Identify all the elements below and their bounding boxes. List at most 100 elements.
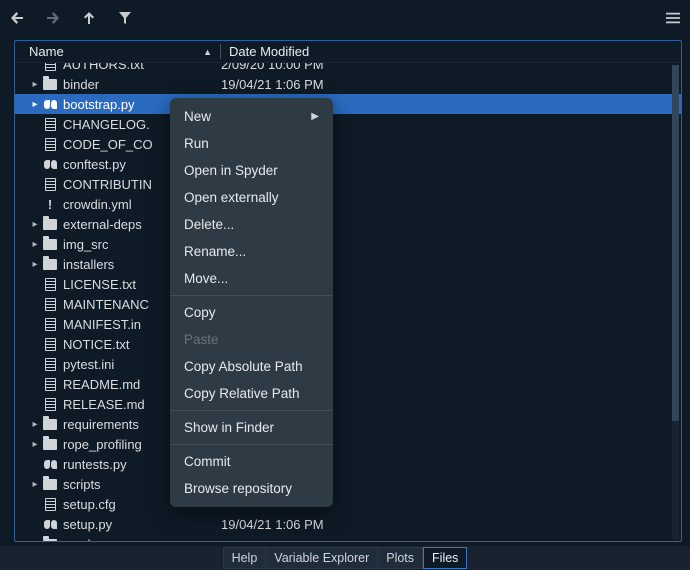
txt-icon [41, 338, 59, 351]
menu-icon[interactable] [666, 11, 680, 25]
expand-arrow-icon[interactable]: ▸ [29, 219, 41, 230]
file-row[interactable]: ▸external-depsM [15, 214, 681, 234]
file-row[interactable]: ▸!crowdin.yml [15, 194, 681, 214]
menu-item-move[interactable]: Move... [170, 265, 333, 292]
expand-arrow-icon[interactable]: ▸ [29, 239, 41, 250]
file-row[interactable]: ▸pytest.ini [15, 354, 681, 374]
file-row[interactable]: ▸bootstrap.py19/04/21 1:06 PM [15, 94, 681, 114]
expand-arrow-icon[interactable]: ▸ [29, 439, 41, 450]
menu-item-label: Browse repository [184, 481, 292, 496]
file-row[interactable]: ▸setup.py19/04/21 1:06 PM [15, 514, 681, 534]
menu-item-new[interactable]: New▶ [170, 103, 333, 130]
expand-placeholder: ▸ [29, 299, 41, 310]
file-row[interactable]: ▸AUTHORS.txt2/09/20 10:00 PM [15, 63, 681, 74]
file-row[interactable]: ▸requirements [15, 414, 681, 434]
menu-item-label: Run [184, 136, 209, 151]
menu-item-open-externally[interactable]: Open externally [170, 184, 333, 211]
column-header-name[interactable]: Name ▲ [15, 41, 220, 62]
file-date: 19/04/21 1:06 PM [213, 77, 324, 92]
expand-placeholder: ▸ [29, 179, 41, 190]
up-icon[interactable] [82, 11, 96, 25]
file-row[interactable]: ▸NOTICE.txt [15, 334, 681, 354]
menu-item-browse-repository[interactable]: Browse repository [170, 475, 333, 502]
scroll-thumb[interactable] [672, 65, 679, 421]
context-menu: New▶ Run Open in SpyderOpen externallyDele… [170, 98, 333, 507]
expand-placeholder: ▸ [29, 359, 41, 370]
file-row[interactable]: ▸conftest.pyM [15, 154, 681, 174]
menu-item-rename[interactable]: Rename... [170, 238, 333, 265]
menu-item-delete[interactable]: Delete... [170, 211, 333, 238]
md-icon [41, 118, 59, 131]
menu-item-copy-relative-path[interactable]: Copy Relative Path [170, 380, 333, 407]
md-icon [41, 398, 59, 411]
menu-item-copy-absolute-path[interactable]: Copy Absolute Path [170, 353, 333, 380]
column-header-date[interactable]: Date Modified [221, 41, 681, 62]
expand-arrow-icon[interactable]: ▸ [29, 259, 41, 270]
menu-item-label: Show in Finder [184, 420, 274, 435]
bottom-tabs: HelpVariable ExplorerPlotsFiles [0, 546, 690, 570]
md-icon [41, 378, 59, 391]
scrollbar[interactable] [672, 65, 679, 539]
folder-icon [41, 539, 59, 542]
md-icon [41, 138, 59, 151]
expand-placeholder: ▸ [29, 499, 41, 510]
file-row[interactable]: ▸spyder [15, 534, 681, 541]
expand-arrow-icon[interactable]: ▸ [29, 539, 41, 542]
file-row[interactable]: ▸CONTRIBUTIN [15, 174, 681, 194]
expand-arrow-icon[interactable]: ▸ [29, 419, 41, 430]
menu-item-open-in-spyder[interactable]: Open in Spyder [170, 157, 333, 184]
file-row[interactable]: ▸installers [15, 254, 681, 274]
expand-placeholder: ▸ [29, 319, 41, 330]
file-row[interactable]: ▸RELEASE.md [15, 394, 681, 414]
menu-item-label: Move... [184, 271, 228, 286]
tab-variable-explorer[interactable]: Variable Explorer [266, 547, 378, 569]
file-row[interactable]: ▸LICENSE.txtM [15, 274, 681, 294]
file-row[interactable]: ▸runtests.pyM [15, 454, 681, 474]
tab-help[interactable]: Help [223, 547, 267, 569]
file-row[interactable]: ▸rope_profiling [15, 434, 681, 454]
tab-files[interactable]: Files [423, 547, 467, 569]
menu-item-commit[interactable]: Commit [170, 448, 333, 475]
menu-item-copy[interactable]: Copy [170, 299, 333, 326]
menu-item-run[interactable]: Run [170, 130, 333, 157]
file-row[interactable]: ▸README.md [15, 374, 681, 394]
column-date-label: Date Modified [229, 44, 309, 59]
back-icon[interactable] [10, 11, 24, 25]
expand-placeholder: ▸ [29, 139, 41, 150]
expand-placeholder: ▸ [29, 459, 41, 470]
menu-item-show-in-finder[interactable]: Show in Finder [170, 414, 333, 441]
tab-plots[interactable]: Plots [378, 547, 423, 569]
folder-icon [41, 479, 59, 490]
file-row[interactable]: ▸MANIFEST.in [15, 314, 681, 334]
menu-separator [170, 444, 333, 445]
file-row[interactable]: ▸binder19/04/21 1:06 PM [15, 74, 681, 94]
menu-item-label: Commit [184, 454, 231, 469]
menu-item-label: New [184, 109, 211, 124]
expand-arrow-icon[interactable]: ▸ [29, 79, 41, 90]
sort-indicator-icon: ▲ [203, 47, 212, 57]
file-date: 2/09/20 10:00 PM [213, 63, 324, 72]
file-row[interactable]: ▸MAINTENANC [15, 294, 681, 314]
file-name: AUTHORS.txt [63, 63, 213, 72]
md-icon [41, 298, 59, 311]
menu-item-label: Rename... [184, 244, 246, 259]
file-row[interactable]: ▸scripts [15, 474, 681, 494]
file-row[interactable]: ▸setup.cfg [15, 494, 681, 514]
file-date: 19/04/21 1:06 PM [213, 517, 324, 532]
expand-placeholder: ▸ [29, 279, 41, 290]
py-icon [41, 98, 59, 111]
md-icon [41, 63, 59, 71]
filter-icon[interactable] [118, 11, 132, 25]
expand-placeholder: ▸ [29, 339, 41, 350]
file-row[interactable]: ▸CHANGELOG.M [15, 114, 681, 134]
expand-arrow-icon[interactable]: ▸ [29, 479, 41, 490]
expand-placeholder: ▸ [29, 119, 41, 130]
forward-icon[interactable] [46, 11, 60, 25]
ini-icon [41, 358, 59, 371]
file-row[interactable]: ▸CODE_OF_CO [15, 134, 681, 154]
folder-icon [41, 219, 59, 230]
file-row[interactable]: ▸img_src [15, 234, 681, 254]
expand-placeholder: ▸ [29, 519, 41, 530]
columns-header: Name ▲ Date Modified [15, 41, 681, 63]
menu-item-label: Copy [184, 305, 216, 320]
